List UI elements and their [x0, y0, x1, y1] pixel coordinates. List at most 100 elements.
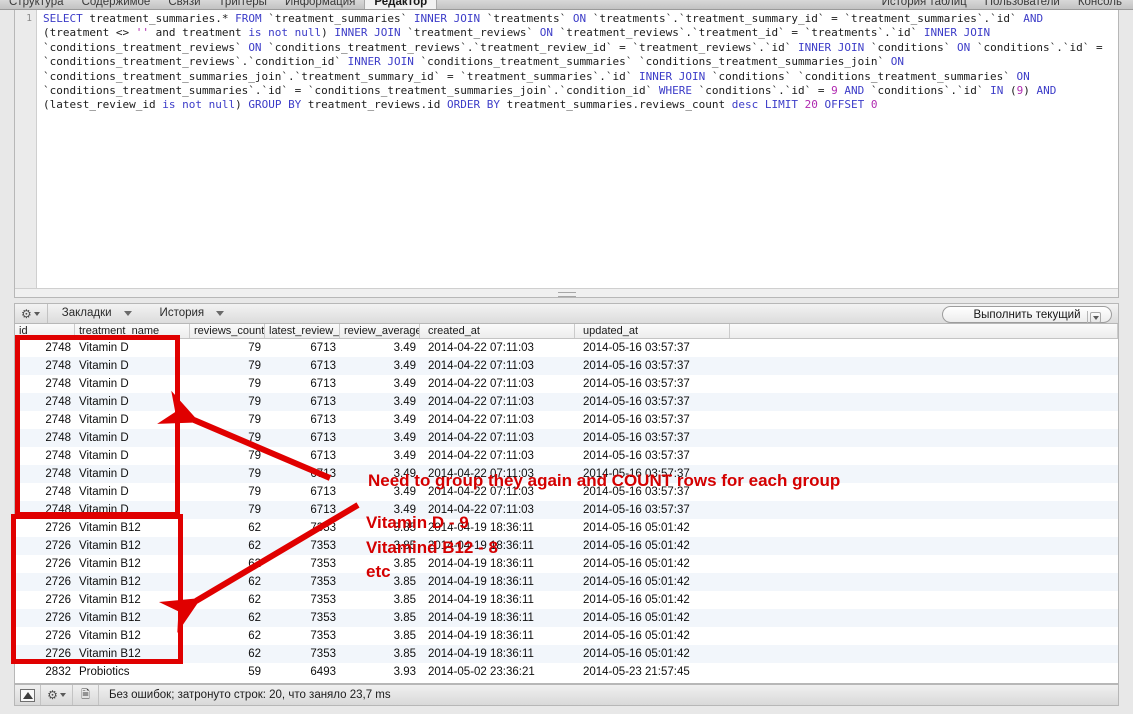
cell-id[interactable]: 2726	[15, 591, 75, 609]
cell-latest-review-id[interactable]: 6493	[265, 663, 340, 681]
cell-id[interactable]: 2748	[15, 429, 75, 447]
tab-structure[interactable]: Структура	[0, 0, 73, 9]
cell-review-average[interactable]: 3.85	[340, 555, 420, 573]
cell-latest-review-id[interactable]: 7353	[265, 645, 340, 663]
cell-updated-at[interactable]: 2014-05-16 03:57:37	[575, 357, 730, 375]
table-row[interactable]: 2726 Vitamin B12 62 7353 3.85 2014-04-19 18:3…	[15, 627, 1118, 645]
cell-id[interactable]: 2748	[15, 447, 75, 465]
cell-updated-at[interactable]: 2014-05-16 03:57:37	[575, 393, 730, 411]
cell-review-average[interactable]: 3.49	[340, 393, 420, 411]
cell-reviews-count[interactable]: 62	[190, 627, 265, 645]
tab-console[interactable]: Консоль	[1069, 0, 1131, 9]
cell-latest-review-id[interactable]: 7353	[265, 537, 340, 555]
cell-updated-at[interactable]: 2014-05-16 05:01:42	[575, 609, 730, 627]
tab-information[interactable]: Информация	[276, 0, 364, 9]
cell-reviews-count[interactable]: 79	[190, 411, 265, 429]
cell-id[interactable]: 2726	[15, 537, 75, 555]
cell-treatment-name[interactable]: Vitamin D	[75, 465, 190, 483]
cell-treatment-name[interactable]: Vitamin D	[75, 429, 190, 447]
cell-treatment-name[interactable]: Vitamin D	[75, 339, 190, 357]
table-row[interactable]: 2748 Vitamin D 79 6713 3.49 2014-04-22 07:11:…	[15, 429, 1118, 447]
column-header-latest-review-id[interactable]: latest_review_id	[265, 324, 340, 338]
run-current-query-button[interactable]: Выполнить текущий	[942, 306, 1112, 324]
tab-editor[interactable]: Редактор	[364, 0, 438, 9]
cell-id[interactable]: 2748	[15, 393, 75, 411]
tab-users[interactable]: Пользователи	[976, 0, 1069, 9]
cell-reviews-count[interactable]: 79	[190, 339, 265, 357]
cell-id[interactable]: 2748	[15, 465, 75, 483]
cell-created-at[interactable]: 2014-04-22 07:11:03	[420, 465, 575, 483]
cell-review-average[interactable]: 3.49	[340, 447, 420, 465]
cell-review-average[interactable]: 3.85	[340, 591, 420, 609]
cell-latest-review-id[interactable]: 6713	[265, 483, 340, 501]
cell-id[interactable]: 2748	[15, 483, 75, 501]
cell-review-average[interactable]: 3.49	[340, 483, 420, 501]
cell-created-at[interactable]: 2014-04-22 07:11:03	[420, 501, 575, 519]
cell-treatment-name[interactable]: Vitamin D	[75, 483, 190, 501]
cell-treatment-name[interactable]: Vitamin B12	[75, 519, 190, 537]
cell-reviews-count[interactable]: 62	[190, 591, 265, 609]
cell-id[interactable]: 2726	[15, 627, 75, 645]
cell-created-at[interactable]: 2014-04-19 18:36:11	[420, 555, 575, 573]
cell-review-average[interactable]: 3.49	[340, 429, 420, 447]
bookmarks-menu[interactable]: Закладки	[48, 304, 146, 323]
cell-updated-at[interactable]: 2014-05-16 05:01:42	[575, 573, 730, 591]
cell-treatment-name[interactable]: Vitamin B12	[75, 537, 190, 555]
cell-review-average[interactable]: 3.49	[340, 339, 420, 357]
cell-created-at[interactable]: 2014-04-19 18:36:11	[420, 573, 575, 591]
cell-latest-review-id[interactable]: 7353	[265, 609, 340, 627]
cell-created-at[interactable]: 2014-04-19 18:36:11	[420, 627, 575, 645]
cell-reviews-count[interactable]: 79	[190, 357, 265, 375]
cell-reviews-count[interactable]: 62	[190, 609, 265, 627]
history-menu[interactable]: История	[146, 304, 239, 323]
cell-treatment-name[interactable]: Vitamin D	[75, 375, 190, 393]
cell-review-average[interactable]: 3.49	[340, 411, 420, 429]
tab-table-history[interactable]: История таблиц	[873, 0, 976, 9]
cell-treatment-name[interactable]: Vitamin B12	[75, 645, 190, 663]
toggle-results-pane-button[interactable]	[15, 685, 41, 705]
column-header-treatment-name[interactable]: treatment_name	[75, 324, 190, 338]
cell-created-at[interactable]: 2014-04-19 18:36:11	[420, 537, 575, 555]
table-row[interactable]: 2726 Vitamin B12 62 7353 3.85 2014-04-19 18:3…	[15, 519, 1118, 537]
table-row[interactable]: 2748 Vitamin D 79 6713 3.49 2014-04-22 07:11:…	[15, 393, 1118, 411]
cell-review-average[interactable]: 3.85	[340, 627, 420, 645]
column-header-review-average[interactable]: review_average	[340, 324, 420, 338]
cell-reviews-count[interactable]: 79	[190, 483, 265, 501]
cell-updated-at[interactable]: 2014-05-16 05:01:42	[575, 537, 730, 555]
cell-latest-review-id[interactable]: 6713	[265, 465, 340, 483]
table-row[interactable]: 2832 Probiotics 59 6493 3.93 2014-05-02 23:36…	[15, 663, 1118, 681]
column-header-reviews-count[interactable]: reviews_count	[190, 324, 265, 338]
cell-updated-at[interactable]: 2014-05-16 03:57:37	[575, 447, 730, 465]
cell-review-average[interactable]: 3.93	[340, 663, 420, 681]
cell-reviews-count[interactable]: 62	[190, 537, 265, 555]
cell-id[interactable]: 2748	[15, 501, 75, 519]
cell-latest-review-id[interactable]: 6713	[265, 411, 340, 429]
cell-reviews-count[interactable]: 79	[190, 393, 265, 411]
cell-latest-review-id[interactable]: 6713	[265, 501, 340, 519]
cell-id[interactable]: 2726	[15, 555, 75, 573]
show-query-info-button[interactable]: 🗎	[73, 685, 99, 705]
cell-review-average[interactable]: 3.85	[340, 519, 420, 537]
cell-id[interactable]: 2726	[15, 519, 75, 537]
table-row[interactable]: 2748 Vitamin D 79 6713 3.49 2014-04-22 07:11:…	[15, 501, 1118, 519]
cell-treatment-name[interactable]: Vitamin B12	[75, 591, 190, 609]
cell-reviews-count[interactable]: 79	[190, 501, 265, 519]
table-row[interactable]: 2726 Vitamin B12 62 7353 3.85 2014-04-19 18:3…	[15, 591, 1118, 609]
cell-reviews-count[interactable]: 59	[190, 663, 265, 681]
table-row[interactable]: 2748 Vitamin D 79 6713 3.49 2014-04-22 07:11:…	[15, 375, 1118, 393]
cell-created-at[interactable]: 2014-04-19 18:36:11	[420, 519, 575, 537]
table-row[interactable]: 2726 Vitamin B12 62 7353 3.85 2014-04-19 18:3…	[15, 537, 1118, 555]
cell-treatment-name[interactable]: Vitamin B12	[75, 627, 190, 645]
cell-treatment-name[interactable]: Vitamin B12	[75, 609, 190, 627]
cell-id[interactable]: 2748	[15, 357, 75, 375]
cell-created-at[interactable]: 2014-04-22 07:11:03	[420, 429, 575, 447]
cell-updated-at[interactable]: 2014-05-23 21:57:45	[575, 663, 730, 681]
cell-updated-at[interactable]: 2014-05-16 05:01:42	[575, 519, 730, 537]
cell-reviews-count[interactable]: 79	[190, 375, 265, 393]
cell-review-average[interactable]: 3.85	[340, 573, 420, 591]
run-options-dropdown[interactable]	[1087, 311, 1103, 324]
query-actions-button[interactable]: ⚙	[15, 304, 48, 323]
results-grid-body[interactable]: 2748 Vitamin D 79 6713 3.49 2014-04-22 07:11:…	[15, 339, 1118, 681]
cell-updated-at[interactable]: 2014-05-16 03:57:37	[575, 465, 730, 483]
editor-resize-grip[interactable]	[15, 288, 1118, 297]
